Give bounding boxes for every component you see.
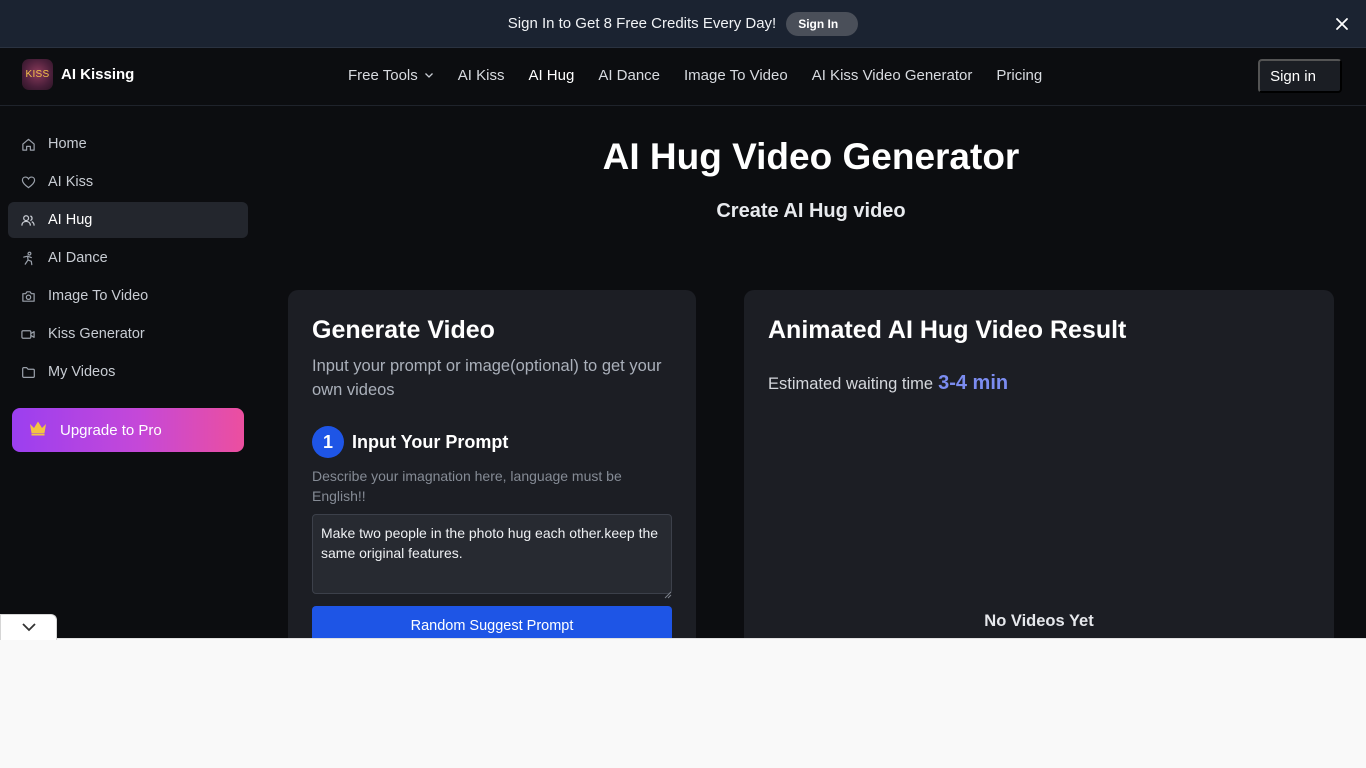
sidebar-item-label: Home <box>48 136 87 152</box>
generate-video-panel: Generate Video Input your prompt or imag… <box>288 290 696 638</box>
brand-name: AI Kissing <box>61 66 135 83</box>
sidebar-item-label: My Videos <box>48 364 116 380</box>
crown-icon <box>28 420 48 440</box>
generate-panel-description: Input your prompt or image(optional) to … <box>312 357 662 399</box>
top-navigation: KISS AI Kissing Free Tools AI Kiss AI Hu… <box>0 49 1366 106</box>
heart-icon <box>20 174 36 190</box>
sidebar-item-ai-dance[interactable]: AI Dance <box>8 240 248 276</box>
folder-icon <box>20 364 36 380</box>
step-label: Input Your Prompt <box>352 431 509 452</box>
sidebar-item-home[interactable]: Home <box>8 126 248 162</box>
sidebar-item-label: AI Hug <box>48 212 93 228</box>
promo-banner: Sign In to Get 8 Free Credits Every Day!… <box>0 0 1366 48</box>
brand-logo: KISS <box>22 59 53 90</box>
page-subtitle: Create AI Hug video <box>716 200 906 222</box>
bottom-blank-area <box>0 638 1366 768</box>
resize-handle-icon[interactable] <box>664 586 672 599</box>
sidebar-item-label: AI Kiss <box>48 174 94 190</box>
page-title: AI Hug Video Generator <box>602 136 1020 177</box>
collapse-toggle[interactable] <box>0 614 57 640</box>
upgrade-label: Upgrade to Pro <box>60 421 162 439</box>
prompt-input[interactable]: Make two people in the photo hug each ot… <box>312 514 672 594</box>
sidebar-item-label: Image To Video <box>48 288 149 304</box>
camera-icon <box>20 288 36 304</box>
video-result-panel: Animated AI Hug Video Result Estimated w… <box>744 290 1334 638</box>
result-panel-title: Animated AI Hug Video Result <box>768 316 1127 344</box>
dance-icon <box>20 250 36 266</box>
generate-panel-title: Generate Video <box>312 316 495 344</box>
sign-in-button[interactable]: Sign in <box>1258 59 1342 93</box>
nav-link-pricing[interactable]: Pricing <box>996 67 1042 84</box>
promo-sign-in-button[interactable]: Sign In <box>786 11 859 36</box>
waiting-time-value: 3-4 min <box>938 372 1009 394</box>
step-number-badge: 1 <box>312 426 344 458</box>
sidebar-item-ai-hug[interactable]: AI Hug <box>8 202 248 238</box>
home-icon <box>20 136 36 152</box>
sidebar-item-label: Kiss Generator <box>48 326 145 342</box>
close-icon[interactable] <box>1330 12 1354 36</box>
empty-state-text: No Videos Yet <box>984 612 1094 630</box>
video-icon <box>20 326 36 342</box>
sidebar-item-label: AI Dance <box>48 250 108 266</box>
waiting-time: Estimated waiting time 3-4 min <box>768 372 1008 395</box>
nav-link-ai-hug[interactable]: AI Hug <box>528 67 574 84</box>
nav-link-ai-kiss[interactable]: AI Kiss <box>458 67 505 84</box>
random-suggest-prompt-button[interactable]: Random Suggest Prompt <box>312 606 672 638</box>
chevron-down-icon <box>21 619 37 637</box>
sidebar: Home AI Kiss AI Hug AI Dance Image To Vi… <box>0 126 256 452</box>
nav-links: Free Tools AI Kiss AI Hug AI Dance Image… <box>348 67 1042 84</box>
app-window: Sign In to Get 8 Free Credits Every Day!… <box>0 0 1366 638</box>
sidebar-item-my-videos[interactable]: My Videos <box>8 354 248 390</box>
step-header: 1 Input Your Prompt <box>312 426 508 458</box>
sidebar-item-image-to-video[interactable]: Image To Video <box>8 278 248 314</box>
nav-link-image-to-video[interactable]: Image To Video <box>684 67 788 84</box>
nav-link-free-tools[interactable]: Free Tools <box>348 67 434 84</box>
promo-text: Sign In to Get 8 Free Credits Every Day! <box>507 15 777 32</box>
sidebar-item-kiss-generator[interactable]: Kiss Generator <box>8 316 248 352</box>
prompt-hint: Describe your imagnation here, language … <box>312 468 622 504</box>
users-icon <box>20 212 36 228</box>
brand[interactable]: KISS AI Kissing <box>22 59 134 90</box>
chevron-down-icon <box>424 67 434 84</box>
nav-link-ai-dance[interactable]: AI Dance <box>598 67 660 84</box>
nav-link-label: Free Tools <box>348 67 418 84</box>
sidebar-item-ai-kiss[interactable]: AI Kiss <box>8 164 248 200</box>
waiting-time-label: Estimated waiting time <box>768 375 934 393</box>
nav-link-ai-kiss-video-generator[interactable]: AI Kiss Video Generator <box>812 67 973 84</box>
upgrade-to-pro-button[interactable]: Upgrade to Pro <box>12 408 244 452</box>
